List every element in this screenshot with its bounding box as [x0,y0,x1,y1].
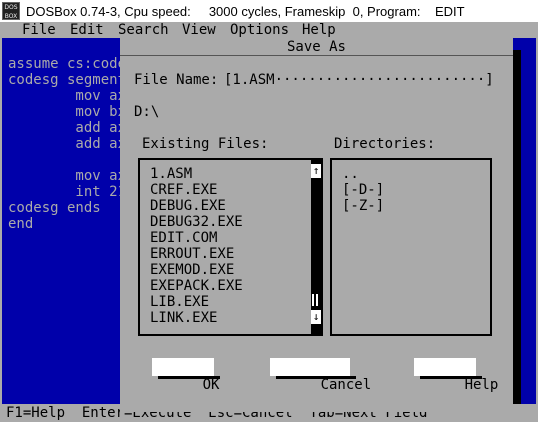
file-item[interactable]: EXEPACK.EXE [150,278,243,294]
file-name-input[interactable]: [1.ASM·························] [224,72,496,88]
editor-line: assume cs:code [8,56,127,72]
editor-line: mov ax [8,168,127,184]
file-item[interactable]: CREF.EXE [150,182,217,198]
files-scrollbar[interactable]: ↑ ↓ [311,160,321,334]
file-item[interactable]: 1.ASM [150,166,192,182]
save-as-dialog: Save As File Name: [1.ASM···············… [120,38,513,412]
menu-edit[interactable]: Edit [70,22,104,38]
editor-line: codesg ends [8,200,101,216]
menu-bar: File Edit Search View Options Help [0,22,538,38]
menu-file[interactable]: File [22,22,56,38]
menu-search[interactable]: Search [118,22,169,38]
current-path: D:\ [134,104,160,120]
file-name-label: File Name: [134,72,219,88]
file-item[interactable]: EDIT.COM [150,230,217,246]
window-title-bar: DOS BOX DOSBox 0.74-3, Cpu speed: 3000 c… [0,0,538,22]
dosbox-app-icon: DOS BOX [2,2,20,20]
dos-screen: File Edit Search View Options Help assum… [0,22,538,422]
menu-options[interactable]: Options [230,22,289,38]
directories-label: Directories: [334,136,436,152]
directory-item[interactable]: [-Z-] [342,198,384,214]
editor-line: end [8,216,34,232]
scroll-up-arrow-icon[interactable]: ↑ [311,164,321,178]
files-listbox[interactable]: 1.ASM CREF.EXE DEBUG.EXE DEBUG32.EXE EDI… [138,158,323,336]
scroll-down-arrow-icon[interactable]: ↓ [311,310,321,324]
window-title: DOSBox 0.74-3, Cpu speed: 3000 cycles, F… [26,3,465,19]
editor-line: mov bx [8,104,127,120]
cancel-button-label: Cancel [320,377,372,393]
directories-listbox[interactable]: .. [-D-] [-Z-] [330,158,492,336]
editor-line: int 21 [8,184,127,200]
scroll-thumb[interactable] [312,294,320,306]
editor-line: codesg segment [8,72,127,88]
editor-line: add ax [8,120,127,136]
directory-item[interactable]: .. [342,166,359,182]
file-item[interactable]: EXEMOD.EXE [150,262,234,278]
existing-files-label: Existing Files: [142,136,269,152]
file-item[interactable]: LIB.EXE [150,294,209,310]
file-item[interactable]: LINK.EXE [150,310,217,326]
directory-item[interactable]: [-D-] [342,182,384,198]
help-button[interactable]: Help [414,358,498,393]
ok-button[interactable]: OK [152,358,220,393]
help-button-label: Help [464,377,499,393]
menu-view[interactable]: View [182,22,216,38]
file-item[interactable]: ERROUT.EXE [150,246,234,262]
file-item[interactable]: DEBUG.EXE [150,198,226,214]
menu-help[interactable]: Help [302,22,336,38]
editor-line: mov ax [8,88,127,104]
dialog-title: Save As [120,38,513,56]
ok-button-label: OK [202,377,220,393]
file-item[interactable]: DEBUG32.EXE [150,214,243,230]
editor-line: add ax [8,136,127,152]
cancel-button[interactable]: Cancel [270,358,371,393]
